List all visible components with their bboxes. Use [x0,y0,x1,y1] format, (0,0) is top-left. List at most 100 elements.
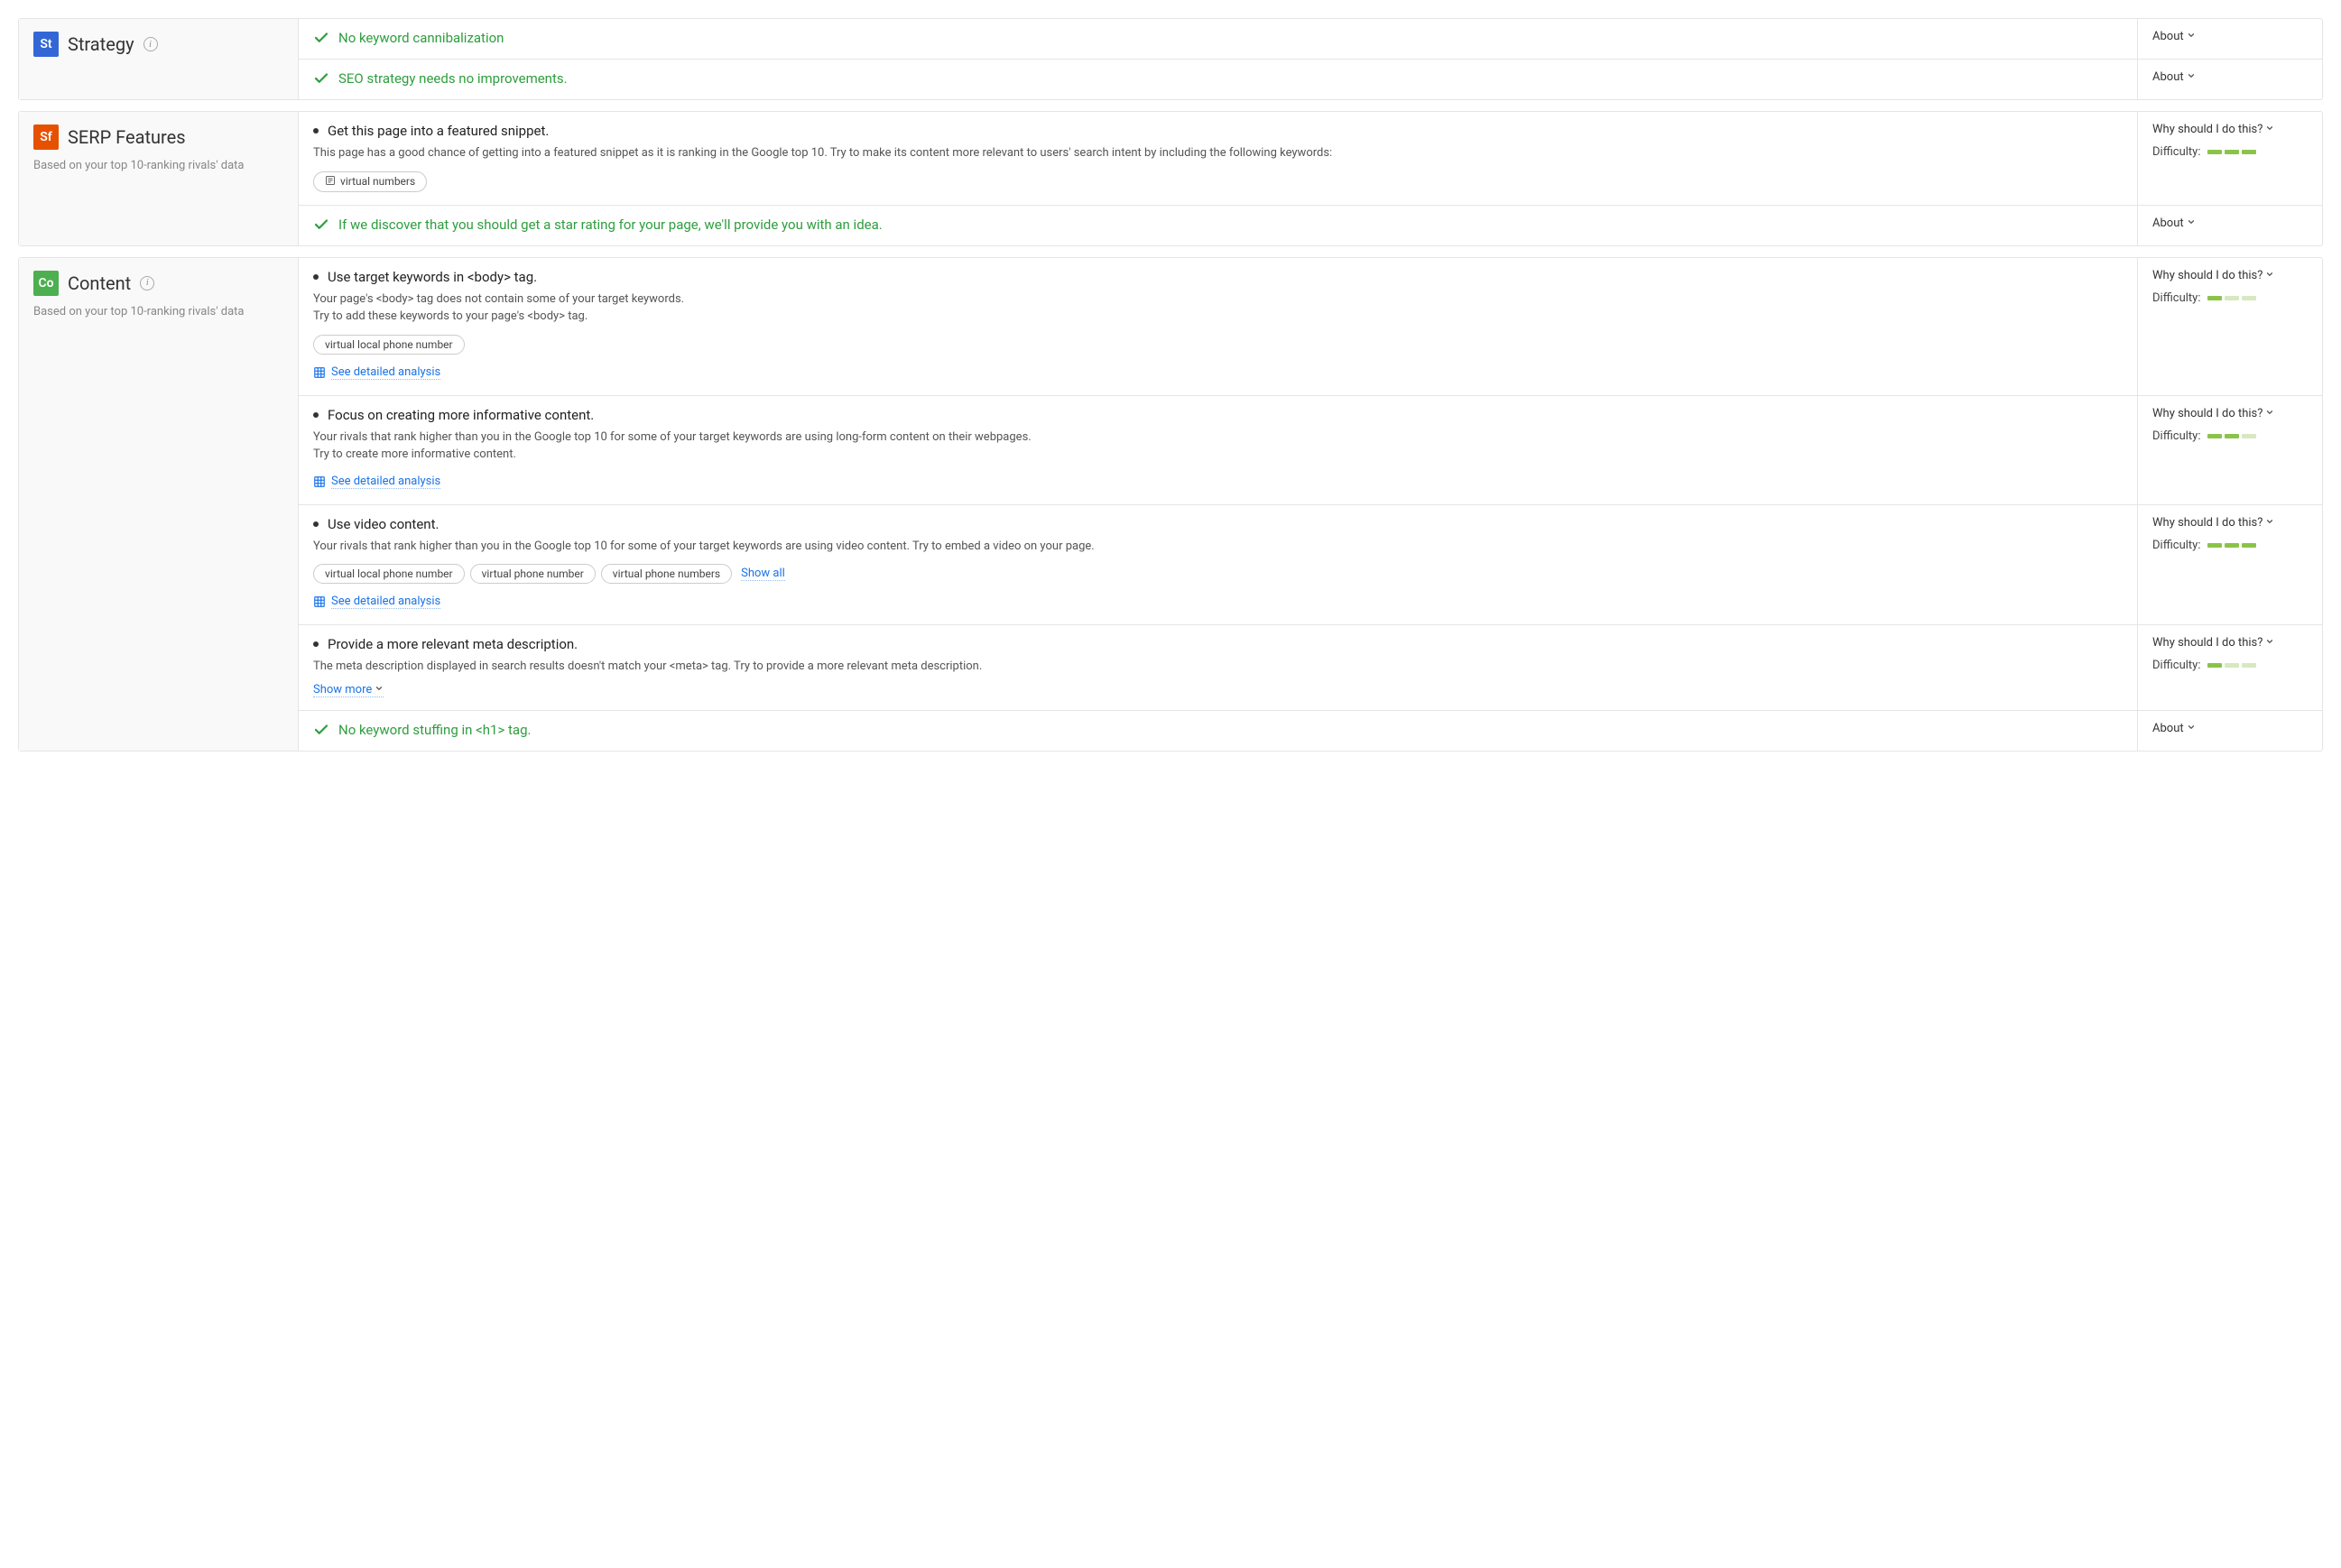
keyword-tag[interactable]: virtual phone numbers [601,564,732,584]
section-right: No keyword cannibalizationAbout SEO stra… [299,19,2322,99]
difficulty-label: Difficulty: [2152,429,2200,443]
chevron-down-icon [2265,516,2274,530]
chevron-down-icon [2265,123,2274,136]
keyword-tag[interactable]: virtual local phone number [313,335,465,355]
why-toggle[interactable]: Why should I do this? [2152,516,2274,530]
tag-text: virtual phone number [482,567,584,580]
show-all-link[interactable]: Show all [741,567,785,581]
item-side: About [2137,206,2322,245]
item-main: Get this page into a featured snippet. Th… [299,112,2137,205]
section-badge: Co [33,271,59,296]
bullet-icon [313,128,319,134]
tags-row: virtual local phone number [313,335,2123,355]
difficulty-bar [2225,434,2239,438]
item-heading: Provide a more relevant meta description… [313,636,2123,652]
keyword-tag[interactable]: virtual local phone number [313,564,465,584]
section-left: CoContentiBased on your top 10-ranking r… [19,258,299,751]
about-toggle[interactable]: About [2152,30,2196,43]
see-detailed-text: See detailed analysis [331,365,440,380]
check-icon [313,722,329,738]
about-label: About [2152,217,2184,230]
difficulty-bar [2225,543,2239,548]
item-heading-success: No keyword stuffing in <h1> tag. [313,722,2123,738]
keyword-tag[interactable]: virtual phone number [470,564,596,584]
item-side: Why should I do this? Difficulty: [2137,258,2322,395]
difficulty-bars [2207,434,2256,438]
why-toggle[interactable]: Why should I do this? [2152,269,2274,282]
about-toggle[interactable]: About [2152,722,2196,735]
item-main: Use target keywords in <body> tag.Your p… [299,258,2137,395]
item-main: Use video content.Your rivals that rank … [299,505,2137,625]
item-side: About [2137,60,2322,99]
difficulty-label: Difficulty: [2152,291,2200,305]
tags-row: virtual numbers [313,171,2123,192]
item-side: Why should I do this? Difficulty: [2137,505,2322,625]
table-icon [313,475,326,488]
difficulty-bar [2225,663,2239,668]
section-badge: St [33,32,59,57]
item-heading-success: No keyword cannibalization [313,30,2123,46]
tag-text: virtual local phone number [325,567,453,580]
item-heading: Use video content. [313,516,2123,532]
why-toggle[interactable]: Why should I do this? [2152,123,2274,136]
item-description: This page has a good chance of getting i… [313,144,2123,162]
item-main: Provide a more relevant meta description… [299,625,2137,710]
item-row: If we discover that you should get a sta… [299,206,2322,245]
difficulty-row: Difficulty: [2152,145,2308,159]
difficulty-bar [2225,296,2239,300]
item-heading-text: Provide a more relevant meta description… [328,636,578,652]
difficulty-row: Difficulty: [2152,429,2308,443]
difficulty-bar [2242,150,2256,154]
difficulty-bars [2207,663,2256,668]
see-detailed-text: See detailed analysis [331,475,440,489]
difficulty-label: Difficulty: [2152,539,2200,552]
about-toggle[interactable]: About [2152,217,2196,230]
chevron-down-icon [2265,636,2274,650]
info-icon[interactable]: i [143,37,158,51]
item-heading: Use target keywords in <body> tag. [313,269,2123,285]
keyword-tag[interactable]: virtual numbers [313,171,427,192]
about-label: About [2152,30,2184,43]
show-more-text: Show more [313,683,372,696]
chevron-down-icon [2187,722,2196,735]
see-detailed-link[interactable]: See detailed analysis [313,365,440,380]
item-main: No keyword stuffing in <h1> tag. [299,711,2137,751]
item-heading-text: If we discover that you should get a sta… [338,217,883,233]
section-badge: Sf [33,125,59,150]
item-row: No keyword cannibalization About [299,19,2322,60]
why-label: Why should I do this? [2152,636,2262,650]
show-more-link[interactable]: Show more [313,683,384,697]
chevron-down-icon [375,683,384,696]
why-label: Why should I do this? [2152,123,2262,136]
item-side: About [2137,711,2322,751]
item-heading-text: No keyword stuffing in <h1> tag. [338,722,531,738]
item-main: No keyword cannibalization [299,19,2137,59]
section: St Strategy i No keyword cannibalization Abo… [18,18,2323,100]
section-title-row: SfSERP Features [33,125,283,150]
chevron-down-icon [2187,70,2196,84]
difficulty-bars [2207,296,2256,300]
difficulty-bar [2207,150,2222,154]
difficulty-bar [2225,150,2239,154]
table-icon [313,366,326,379]
difficulty-bars [2207,543,2256,548]
tag-text: virtual phone numbers [613,567,720,580]
item-side: About [2137,19,2322,59]
difficulty-bar [2207,434,2222,438]
item-row: Focus on creating more informative conte… [299,396,2322,505]
chevron-down-icon [2265,407,2274,420]
why-toggle[interactable]: Why should I do this? [2152,407,2274,420]
snippet-icon [325,175,336,189]
item-heading: Get this page into a featured snippet. [313,123,2123,139]
difficulty-bar [2242,434,2256,438]
see-detailed-link[interactable]: See detailed analysis [313,475,440,489]
why-toggle[interactable]: Why should I do this? [2152,636,2274,650]
info-icon[interactable]: i [140,276,154,291]
item-side: Why should I do this? Difficulty: [2137,112,2322,205]
item-heading: Focus on creating more informative conte… [313,407,2123,423]
section-title: Strategy [68,33,134,55]
about-toggle[interactable]: About [2152,70,2196,84]
see-detailed-link[interactable]: See detailed analysis [313,595,440,609]
difficulty-label: Difficulty: [2152,659,2200,672]
item-row: No keyword stuffing in <h1> tag. About [299,711,2322,751]
